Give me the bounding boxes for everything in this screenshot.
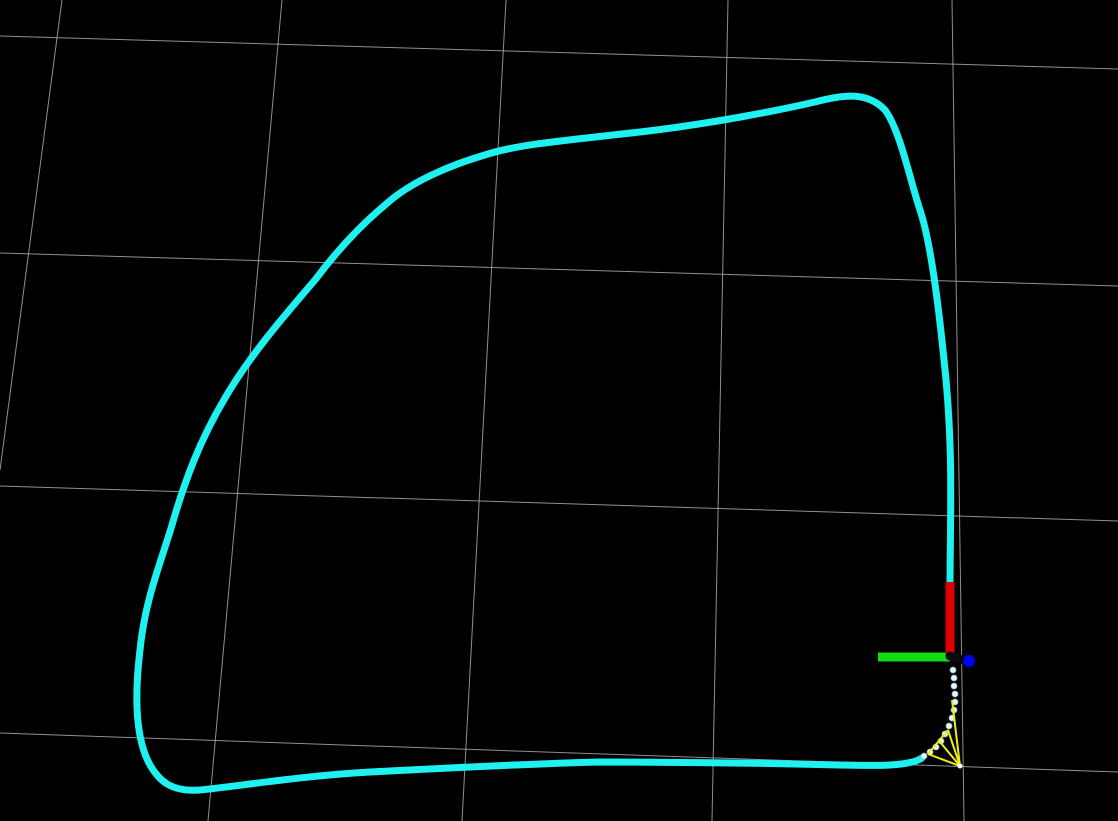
constraint-node [957, 763, 963, 769]
sample-point [951, 690, 959, 698]
grid-line-vertical-1 [0, 0, 63, 471]
sample-point [920, 752, 928, 760]
grid-line-vertical-5 [951, 0, 965, 821]
grid-line-vertical-3 [461, 0, 507, 821]
sample-point [945, 722, 953, 730]
constraint-edge [927, 729, 949, 755]
grid-line-horizontal-2 [0, 252, 1118, 287]
grid-line-horizontal-1 [0, 35, 1118, 70]
sample-point [950, 674, 958, 682]
z-axis-blue [963, 655, 975, 667]
robot-path-trajectory [133, 92, 955, 794]
scene-canvas[interactable] [0, 0, 1118, 821]
sample-point [949, 666, 957, 674]
rviz-3d-viewport[interactable] [0, 0, 1118, 821]
sample-point [950, 682, 958, 690]
